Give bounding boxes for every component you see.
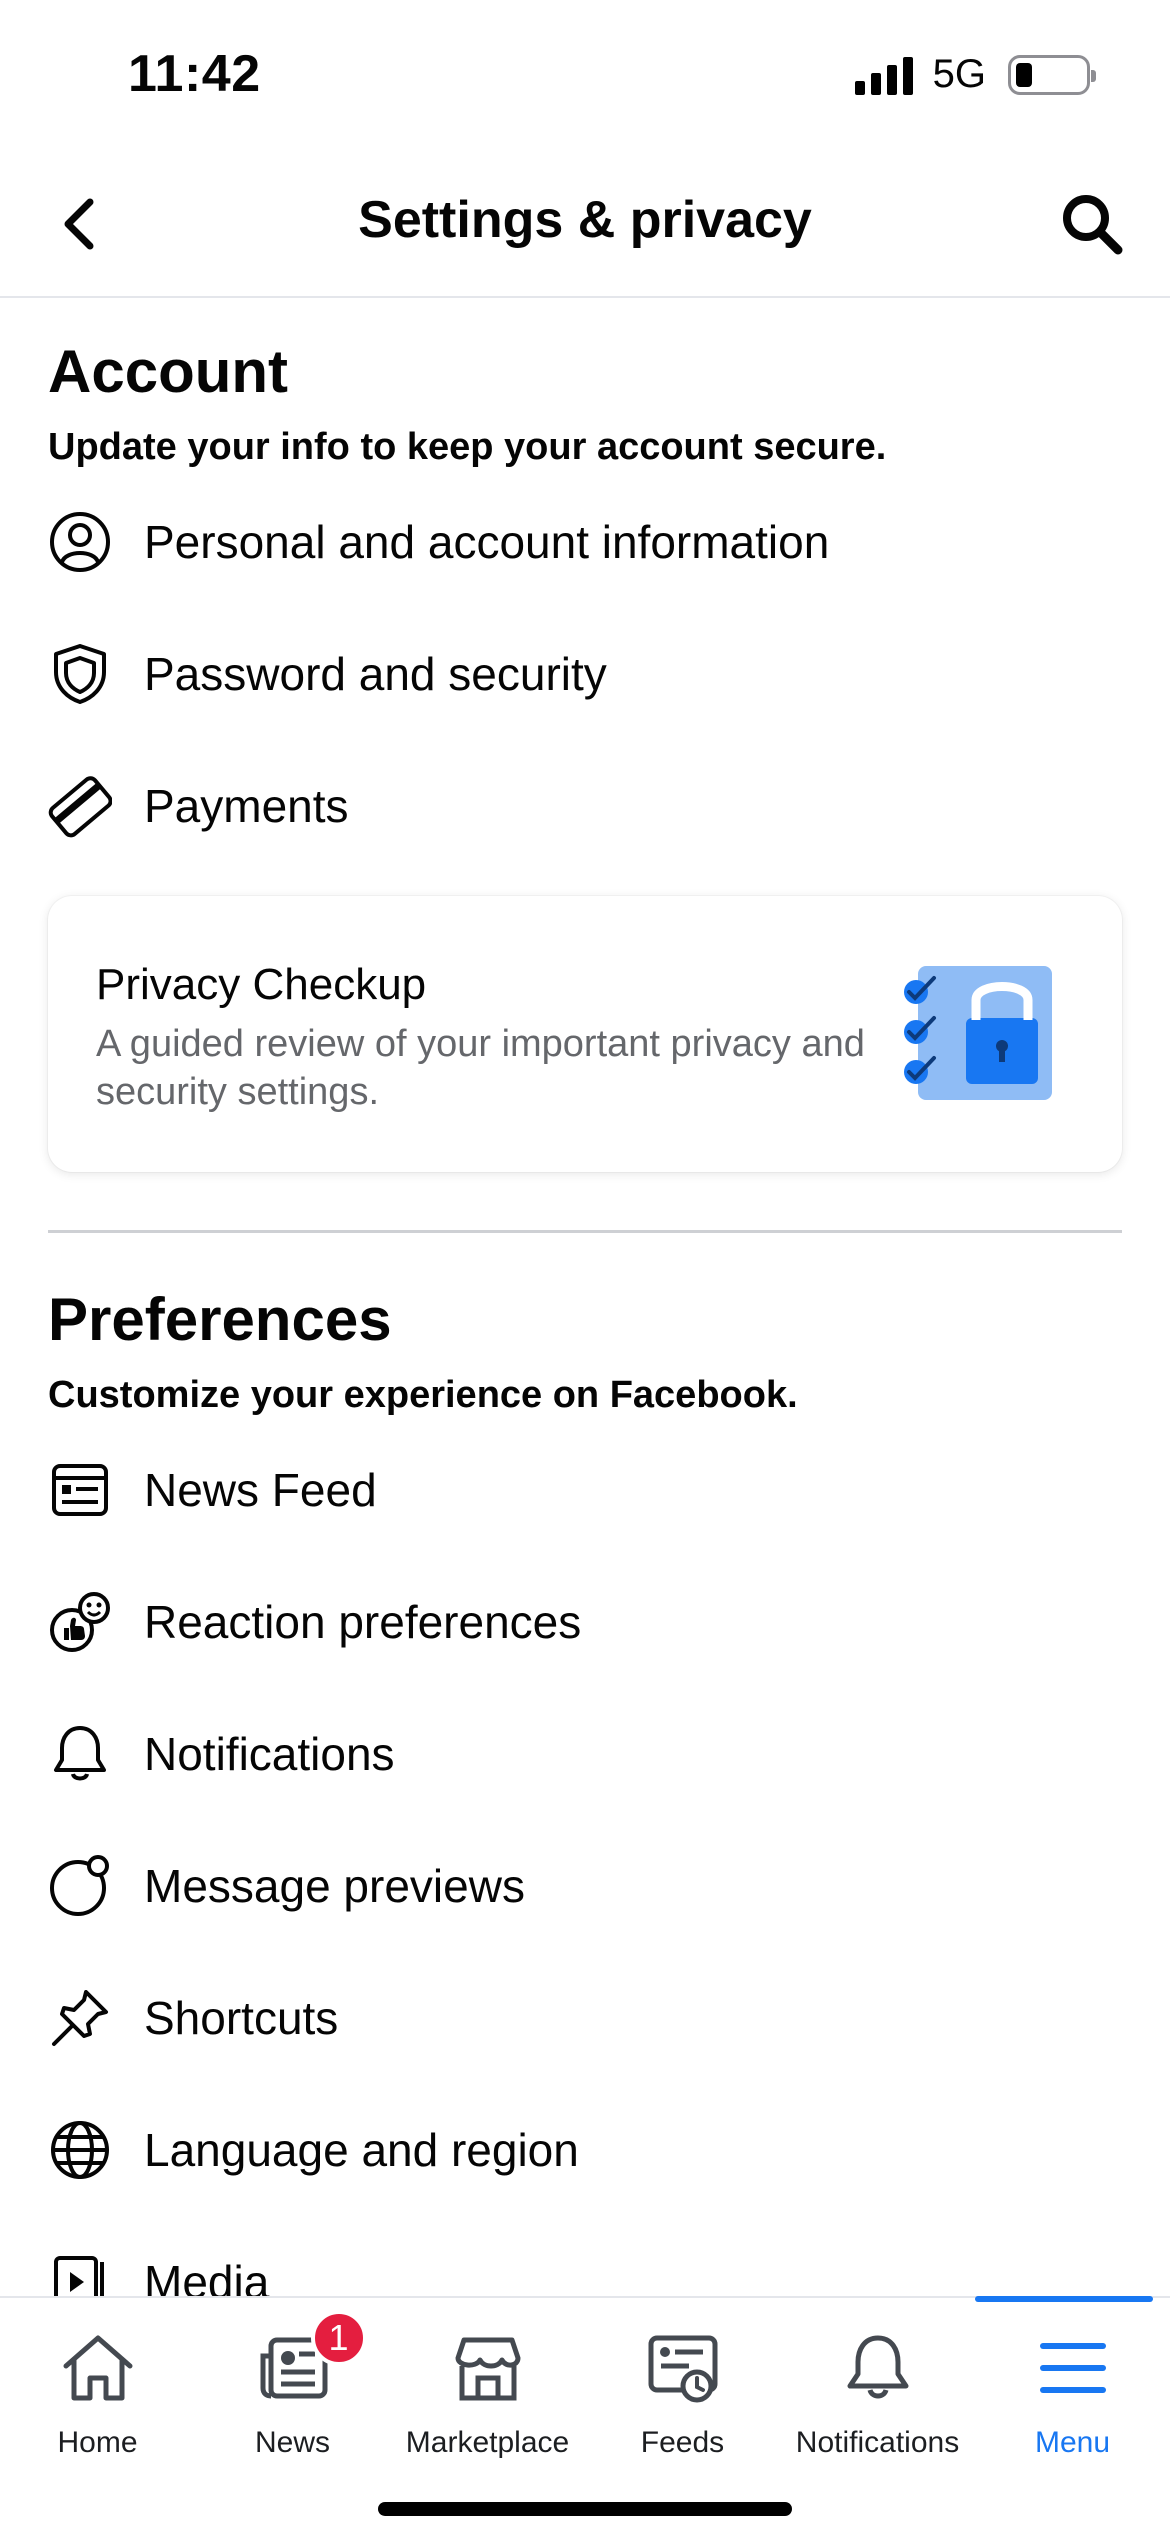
feeds-icon xyxy=(641,2326,725,2410)
shield-icon xyxy=(48,642,112,706)
tab-label: News xyxy=(254,2426,330,2459)
tab-home[interactable]: Home xyxy=(0,2298,195,2498)
privacy-checkup-title: Privacy Checkup xyxy=(96,960,427,1009)
marketplace-icon xyxy=(446,2326,530,2410)
search-icon xyxy=(1063,195,1123,255)
settings-item-password-security[interactable]: Password and security xyxy=(48,608,1122,740)
settings-item-label: Shortcuts xyxy=(144,1992,339,2044)
preferences-section: Preferences Customize your experience on… xyxy=(48,1284,1122,1417)
network-type: 5G xyxy=(932,52,986,96)
preferences-heading: Preferences xyxy=(48,1286,392,1353)
tab-label: Menu xyxy=(1034,2426,1111,2459)
privacy-checkup-description: A guided review of your important privac… xyxy=(96,1023,865,1113)
news-icon: 1 xyxy=(251,2310,367,2410)
settings-item-label: Password and security xyxy=(144,648,607,700)
settings-item-payments[interactable]: Payments xyxy=(48,740,1122,872)
credit-card-icon xyxy=(48,774,112,838)
home-indicator[interactable] xyxy=(378,2502,792,2516)
settings-item-language-region[interactable]: Language and region xyxy=(48,2084,1122,2216)
message-preview-icon xyxy=(48,1854,112,1918)
settings-item-label: Reaction preferences xyxy=(144,1596,582,1648)
tab-feeds[interactable]: Feeds xyxy=(585,2298,780,2498)
status-bar: 11:42 5G xyxy=(0,0,1170,150)
tab-label: Marketplace xyxy=(405,2426,570,2459)
tab-menu[interactable]: Menu xyxy=(975,2296,1170,2498)
settings-content[interactable]: Account Update your info to keep your ac… xyxy=(0,300,1170,2296)
settings-item-label: Language and region xyxy=(144,2124,579,2176)
reaction-icon xyxy=(48,1590,112,1654)
settings-item-label: Media xyxy=(144,2256,270,2296)
bell-icon xyxy=(48,1722,112,1786)
settings-item-message-previews[interactable]: Message previews xyxy=(48,1820,1122,1952)
news-feed-icon xyxy=(48,1458,112,1522)
settings-item-personal-info[interactable]: Personal and account information xyxy=(48,476,1122,608)
privacy-checkup-lock-illustration xyxy=(904,966,1052,1100)
settings-item-media[interactable]: Media xyxy=(48,2216,1122,2296)
nav-header: Settings & privacy xyxy=(0,150,1170,298)
bottom-tab-bar: Home 1 News Marketplace Feeds Notificati… xyxy=(0,2296,1170,2532)
preferences-subtitle: Customize your experience on Facebook. xyxy=(48,1374,798,1416)
settings-item-notifications[interactable]: Notifications xyxy=(48,1688,1122,1820)
status-right: 5G xyxy=(854,52,1096,97)
status-time: 11:42 xyxy=(128,45,261,103)
settings-item-label: Notifications xyxy=(144,1728,395,1780)
home-icon xyxy=(56,2326,140,2410)
bell-icon xyxy=(836,2326,920,2410)
settings-item-label: Personal and account information xyxy=(144,516,830,568)
person-circle-icon xyxy=(48,510,112,574)
page-title: Settings & privacy xyxy=(358,191,812,249)
tab-label: Notifications xyxy=(795,2426,960,2459)
signal-icon xyxy=(854,55,913,95)
tab-label: Feeds xyxy=(640,2426,725,2459)
section-divider xyxy=(48,1230,1122,1233)
tab-news[interactable]: 1 News xyxy=(195,2298,390,2498)
menu-icon xyxy=(1031,2326,1115,2410)
settings-item-shortcuts[interactable]: Shortcuts xyxy=(48,1952,1122,2084)
settings-item-label: Payments xyxy=(144,780,349,832)
settings-item-label: Message previews xyxy=(144,1860,525,1912)
settings-item-label: News Feed xyxy=(144,1464,377,1516)
account-section: Account Update your info to keep your ac… xyxy=(48,336,1122,469)
active-tab-indicator xyxy=(975,2296,1153,2302)
tab-marketplace[interactable]: Marketplace xyxy=(390,2298,585,2498)
pin-icon xyxy=(48,1986,112,2050)
media-icon xyxy=(48,2250,112,2296)
settings-item-news-feed[interactable]: News Feed xyxy=(48,1424,1122,1556)
notification-badge: 1 xyxy=(310,2310,367,2366)
tab-label: Home xyxy=(57,2426,138,2459)
settings-item-reaction-preferences[interactable]: Reaction preferences xyxy=(48,1556,1122,1688)
search-button[interactable] xyxy=(1052,184,1132,264)
account-heading: Account xyxy=(48,338,288,405)
battery-icon xyxy=(1008,54,1096,95)
account-subtitle: Update your info to keep your account se… xyxy=(48,426,887,468)
privacy-checkup-card[interactable]: Privacy Checkup A guided review of your … xyxy=(48,896,1122,1172)
globe-icon xyxy=(48,2118,112,2182)
tab-notifications[interactable]: Notifications xyxy=(780,2298,975,2498)
